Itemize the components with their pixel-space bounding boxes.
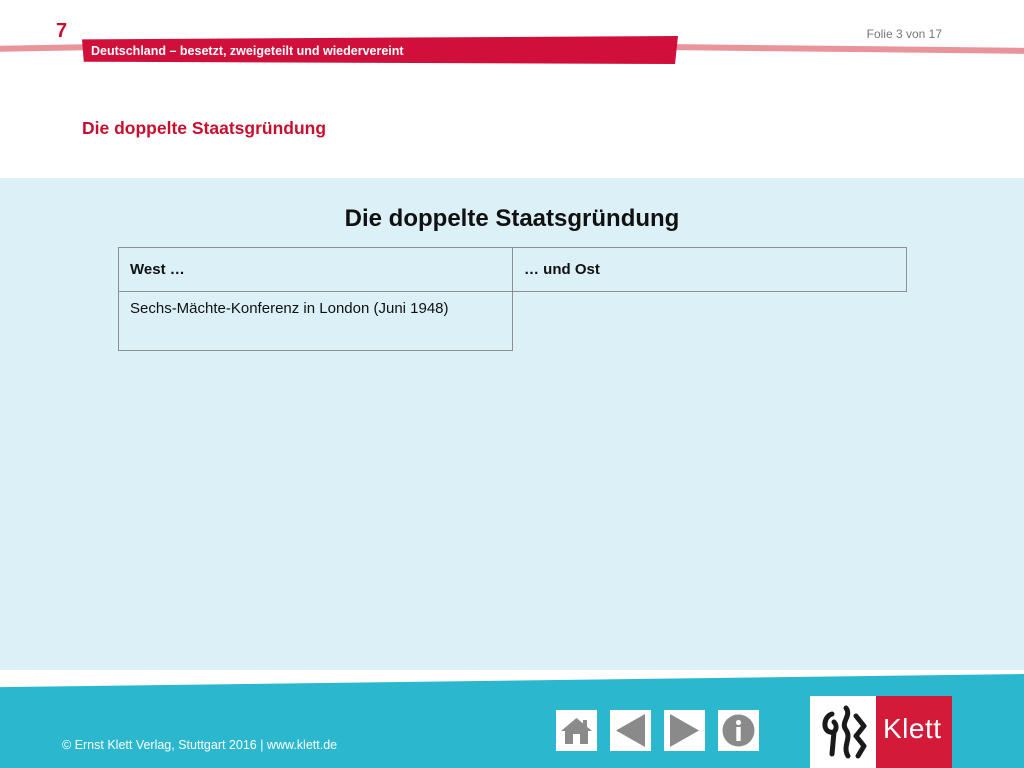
arrow-right-icon [670, 714, 699, 747]
slide-footer: © Ernst Klett Verlag, Stuttgart 2016 | w… [0, 670, 1024, 768]
logo-wordmark-box: Klett [876, 696, 952, 768]
home-icon [561, 718, 592, 744]
home-button[interactable] [556, 710, 597, 751]
decorative-line [0, 44, 84, 52]
table-row: Sechs-Mächte-Konferenz in London (Juni 1… [118, 291, 907, 351]
table-cell: Sechs-Mächte-Konferenz in London (Juni 1… [118, 291, 513, 351]
next-slide-button[interactable] [664, 710, 705, 751]
previous-slide-button[interactable] [610, 710, 651, 751]
chapter-title: Deutschland – besetzt, zweigeteilt und w… [91, 44, 404, 58]
chapter-number: 7 [56, 20, 68, 42]
info-button[interactable] [718, 710, 759, 751]
table-cell [512, 291, 907, 351]
column-header-west: West … [118, 247, 513, 292]
logo-emblem [810, 696, 876, 768]
slide-counter: Folie 3 von 17 [866, 27, 942, 41]
klett-logo: Klett [810, 696, 952, 768]
section-title: Die doppelte Staatsgründung [82, 118, 327, 138]
arrow-left-icon [616, 714, 645, 747]
chapter-title-banner: Deutschland – besetzt, zweigeteilt und w… [82, 36, 678, 64]
logo-wordmark: Klett [883, 713, 942, 744]
copyright-text: © Ernst Klett Verlag, Stuttgart 2016 | w… [62, 738, 338, 752]
slide-content: Die doppelte Staatsgründung West … … und… [0, 178, 1024, 670]
info-icon [722, 714, 755, 747]
table-header-row: West … … und Ost [118, 247, 907, 292]
page-title: Die doppelte Staatsgründung [344, 205, 680, 232]
decorative-line [676, 44, 1024, 54]
slide-header: 7 Folie 3 von 17 Deutschland – besetzt, … [0, 0, 1024, 178]
column-header-east: … und Ost [512, 247, 907, 292]
comparison-table: West … … und Ost Sechs-Mächte-Konferenz … [118, 247, 907, 351]
klett-emblem-icon [822, 705, 867, 759]
